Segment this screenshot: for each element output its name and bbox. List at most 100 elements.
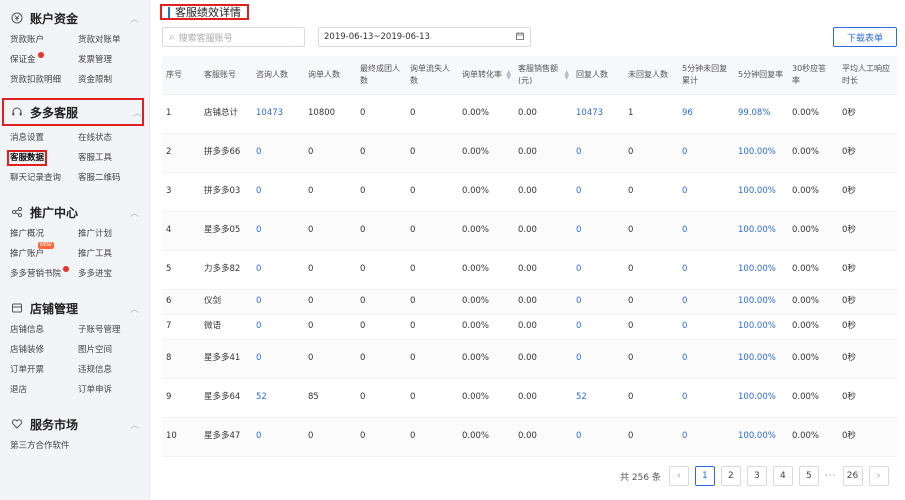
chevron-up-icon[interactable]: ︿ xyxy=(130,302,139,315)
table-cell: 0.00% xyxy=(458,211,514,251)
sidebar-item-store-info[interactable]: 店铺信息 xyxy=(10,320,78,340)
sidebar-item-payment-account[interactable]: 货款账户 xyxy=(10,30,78,50)
sidebar-item-promo-plan[interactable]: 推广计划 xyxy=(78,224,140,244)
sidebar-item-promo-account[interactable]: 推广账户 NEW xyxy=(10,242,78,264)
sidebar-item-subaccount[interactable]: 子账号管理 xyxy=(78,320,140,340)
page-button[interactable]: 2 xyxy=(720,466,741,486)
sidebar-section-header[interactable]: 推广中心 ︿ xyxy=(10,200,139,224)
sidebar-item-cs-qrcode[interactable]: 客服二维码 xyxy=(78,168,140,188)
sidebar-item-order-invoice[interactable]: 订单开票 xyxy=(10,360,78,380)
sidebar-item-deduction-detail[interactable]: 货款扣款明细 xyxy=(10,70,78,90)
table-cell: 星多多41 xyxy=(200,339,252,379)
table-cell: 0秒 xyxy=(838,94,897,134)
table-cell: 100.00% xyxy=(734,289,788,315)
sidebar-item-promo-overview[interactable]: 推广概况 xyxy=(10,224,78,244)
table-cell: 3 xyxy=(162,172,200,212)
search-input[interactable]: ⌕ 搜索客服账号 xyxy=(162,27,305,47)
sidebar-item-order-appeal[interactable]: 订单申诉 xyxy=(78,380,140,400)
sidebar-item-cs-data[interactable]: 客服数据 xyxy=(6,148,78,168)
page-button[interactable]: 5 xyxy=(798,466,819,486)
pagination-ellipsis[interactable]: ··· xyxy=(825,471,837,481)
sidebar-item-deposit[interactable]: 保证金 xyxy=(10,50,78,70)
sidebar-item-message-settings[interactable]: 消息设置 xyxy=(10,128,78,148)
table-cell: 0.00 xyxy=(514,289,572,315)
table-row: 3 拼多多03 0 0 0 0 0.00% 0.00 0 0 0 100.00% 0.00% 0秒 xyxy=(162,172,897,212)
table-cell: 100.00% xyxy=(734,211,788,251)
sidebar-item-store-decor[interactable]: 店铺装修 xyxy=(10,340,78,360)
col-header-inquiry[interactable]: 询单人数 xyxy=(304,56,356,95)
sidebar-item-marketing-academy[interactable]: 多多营销书院 xyxy=(10,264,78,284)
table-cell: 0.00% xyxy=(788,211,838,251)
sidebar-item-promo-tools[interactable]: 推广工具 xyxy=(78,244,140,264)
sidebar-item-payment-statement[interactable]: 货款对账单 xyxy=(78,30,140,50)
table-cell: 0 xyxy=(678,378,734,418)
table-cell: 拼多多03 xyxy=(200,172,252,212)
table-cell: 0 xyxy=(678,417,734,457)
chevron-up-icon[interactable]: ︿ xyxy=(130,12,139,25)
sidebar-item-cs-tools[interactable]: 客服工具 xyxy=(78,148,140,168)
page-button[interactable]: 3 xyxy=(746,466,767,486)
sidebar-item-duoduo-jinbao[interactable]: 多多进宝 xyxy=(78,264,140,284)
table-cell: 0 xyxy=(572,133,624,173)
col-header-replied[interactable]: 回复人数 xyxy=(572,56,624,95)
table-cell: 0 xyxy=(678,211,734,251)
table-cell: 0 xyxy=(678,339,734,379)
sidebar-section-header[interactable]: 店铺管理 ︿ xyxy=(10,296,139,320)
col-header-5min-rate[interactable]: 5分钟回复率 xyxy=(734,56,788,95)
title-accent-bar xyxy=(168,6,170,18)
date-range-picker[interactable]: 2019-06-13~2019-06-13 xyxy=(318,27,531,47)
sidebar-section-header[interactable]: 账户资金 ︿ xyxy=(10,6,139,30)
sidebar-section-header[interactable]: 服务市场 ︿ xyxy=(10,412,139,436)
table-cell: 0 xyxy=(406,133,458,173)
page-button[interactable]: 1 xyxy=(694,466,715,486)
table-cell: 100.00% xyxy=(734,378,788,418)
table-cell: 100.00% xyxy=(734,417,788,457)
calendar-icon[interactable] xyxy=(516,32,524,42)
col-header-30s-rate[interactable]: 30秒应答率 xyxy=(788,56,838,95)
col-header-conversion[interactable]: 询单转化率 ▲ ▼ xyxy=(458,56,514,95)
table-cell: 0秒 xyxy=(838,417,897,457)
col-header-inquiry-loss[interactable]: 询单流失人数 xyxy=(406,56,458,95)
table-cell: 0.00 xyxy=(514,172,572,212)
table-cell: 0 xyxy=(624,417,678,457)
table-cell: 0.00% xyxy=(788,172,838,212)
chevron-up-icon[interactable]: ︿ xyxy=(133,106,142,119)
sidebar-item-online-status[interactable]: 在线状态 xyxy=(78,128,140,148)
sidebar-item-invoice[interactable]: 发票管理 xyxy=(78,50,140,70)
sort-icon[interactable]: ▲ ▼ xyxy=(506,70,511,81)
table-cell: 0 xyxy=(624,339,678,379)
download-button[interactable]: 下载表单 xyxy=(833,27,897,47)
sidebar-section-title: 账户资金 xyxy=(30,11,79,26)
next-page-button[interactable]: › xyxy=(868,466,889,486)
sidebar-section-funds: 账户资金 ︿ 货款账户 货款对账单 保证金 发票管理 货款扣款明细 资金限制 xyxy=(0,0,149,94)
col-header-consult[interactable]: 咨询人数 xyxy=(252,56,304,95)
headset-icon xyxy=(10,105,24,119)
col-header-sales[interactable]: 客服销售额(元) ▲ ▼ xyxy=(514,56,572,95)
col-header-5min-unreplied[interactable]: 5分钟未回复累计 xyxy=(678,56,734,95)
table-cell: 力多多82 xyxy=(200,250,252,290)
sidebar-item-violations[interactable]: 违规信息 xyxy=(78,360,140,380)
sort-icon[interactable]: ▲ ▼ xyxy=(564,70,569,81)
sidebar-item-chat-history[interactable]: 聊天记录查询 xyxy=(10,168,78,188)
table-cell: 0.00 xyxy=(514,211,572,251)
table-cell: 0.00% xyxy=(788,378,838,418)
table-cell: 52 xyxy=(252,378,304,418)
col-header-final-group[interactable]: 最终成团人数 xyxy=(356,56,406,95)
sidebar-item-close-store[interactable]: 退店 xyxy=(10,380,78,400)
sidebar-section-header[interactable]: 多多客服 ︿ xyxy=(2,98,144,126)
sidebar-item-fund-limit[interactable]: 资金限制 xyxy=(78,70,140,90)
col-header-unreplied[interactable]: 未回复人数 xyxy=(624,56,678,95)
prev-page-button[interactable]: ‹ xyxy=(668,466,689,486)
chevron-up-icon[interactable]: ︿ xyxy=(130,418,139,431)
table-cell: 0 xyxy=(572,211,624,251)
col-header-avg-response[interactable]: 平均人工响应时长 xyxy=(838,56,897,95)
sidebar-item-image-space[interactable]: 图片空间 xyxy=(78,340,140,360)
pagination: 共 256 条 ‹ 1 2 3 4 5 ··· 26 › xyxy=(620,466,895,486)
table-cell: 0 xyxy=(304,250,356,290)
table-cell: 0.00% xyxy=(458,378,514,418)
sidebar-item-third-party[interactable]: 第三方合作软件 xyxy=(10,436,78,456)
page-button[interactable]: 26 xyxy=(842,466,863,486)
table-cell: 0 xyxy=(624,378,678,418)
page-button[interactable]: 4 xyxy=(772,466,793,486)
chevron-up-icon[interactable]: ︿ xyxy=(130,206,139,219)
